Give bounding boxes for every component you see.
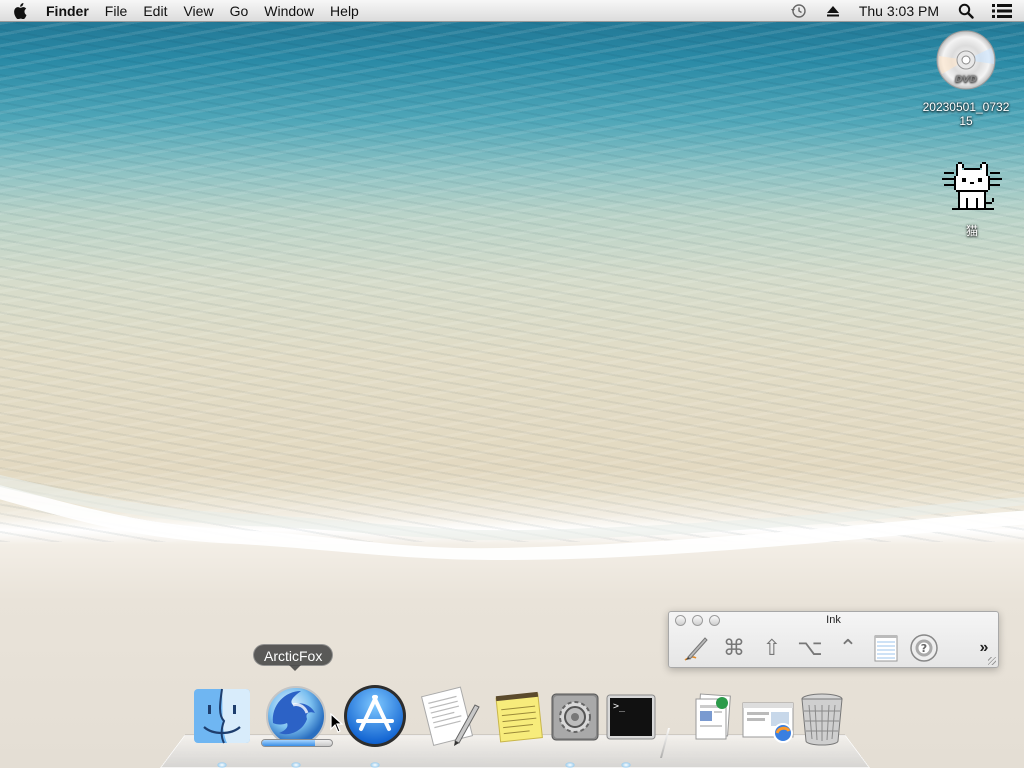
menu-go[interactable]: Go — [222, 0, 257, 22]
option-key-icon[interactable]: ⌥ — [791, 632, 829, 664]
menu-help[interactable]: Help — [322, 0, 367, 22]
zoom-button[interactable] — [709, 615, 720, 626]
command-key-icon[interactable]: ⌘ — [715, 632, 753, 664]
dvd-icon: DVD — [918, 30, 1014, 94]
dock-item-textedit[interactable] — [414, 682, 482, 750]
dock-item-finder[interactable] — [188, 682, 256, 750]
running-indicator — [370, 762, 380, 768]
finder-icon — [194, 688, 250, 744]
eject-icon[interactable] — [817, 0, 849, 22]
menu-app-finder[interactable]: Finder — [40, 0, 97, 22]
menu-bar: Finder File Edit View Go Window Help Thu… — [0, 0, 1024, 22]
ink-palette: Ink ⌘ ⇧ ⌥ ⌃ ? » — [668, 611, 999, 668]
wallpaper-water — [0, 22, 1024, 542]
desktop-item-dvd[interactable]: DVD 20230501_073215 — [918, 30, 1014, 128]
menu-file[interactable]: File — [97, 0, 136, 22]
desktop-item-cat[interactable]: 猫 — [924, 158, 1020, 238]
download-progress-bar — [261, 739, 333, 747]
download-progress-fill — [262, 740, 315, 746]
control-key-icon[interactable]: ⌃ — [829, 632, 867, 664]
apple-menu-icon[interactable] — [0, 0, 40, 22]
app-store-icon — [344, 685, 406, 747]
menu-edit[interactable]: Edit — [135, 0, 175, 22]
notification-list-icon[interactable] — [983, 0, 1024, 22]
help-icon[interactable]: ? — [905, 632, 943, 664]
spotlight-icon[interactable] — [949, 0, 983, 22]
dock-tooltip-arrow — [289, 665, 301, 671]
running-indicator — [621, 762, 631, 768]
terminal-icon: >_ — [606, 694, 656, 740]
more-tools-button[interactable]: » — [974, 639, 994, 657]
svg-text:DVD: DVD — [955, 75, 977, 85]
shift-key-icon[interactable]: ⇧ — [753, 632, 791, 664]
svg-text:>_: >_ — [613, 701, 626, 712]
running-indicator — [565, 762, 575, 768]
textedit-icon — [420, 686, 480, 746]
pen-icon[interactable] — [677, 632, 715, 664]
running-indicator — [291, 762, 301, 768]
dock-tooltip: ArcticFox — [253, 644, 334, 666]
desktop-item-label: 20230501_073215 — [922, 100, 1010, 128]
pixel-cat-icon — [924, 158, 1020, 220]
system-preferences-icon — [551, 693, 599, 741]
desktop-item-label: 猫 — [965, 224, 978, 238]
dock-item-terminal[interactable]: >_ — [596, 682, 664, 750]
stickies-icon — [495, 691, 543, 743]
svg-text:?: ? — [921, 642, 927, 655]
minimize-button[interactable] — [692, 615, 703, 626]
trash-icon — [801, 693, 843, 746]
time-machine-icon[interactable] — [781, 0, 817, 22]
mouse-cursor-icon — [330, 713, 344, 733]
menu-window[interactable]: Window — [256, 0, 322, 22]
dock-item-trash[interactable] — [788, 682, 856, 750]
menubar-clock[interactable]: Thu 3:03 PM — [849, 3, 949, 19]
menu-view[interactable]: View — [175, 0, 221, 22]
wallpaper-foam — [0, 474, 1024, 560]
resize-grip-icon[interactable] — [988, 657, 996, 665]
ink-titlebar[interactable]: Ink — [669, 612, 998, 629]
close-button[interactable] — [675, 615, 686, 626]
running-indicator — [217, 762, 227, 768]
dock-item-app-store[interactable] — [341, 682, 409, 750]
notepad-icon[interactable] — [867, 632, 905, 664]
